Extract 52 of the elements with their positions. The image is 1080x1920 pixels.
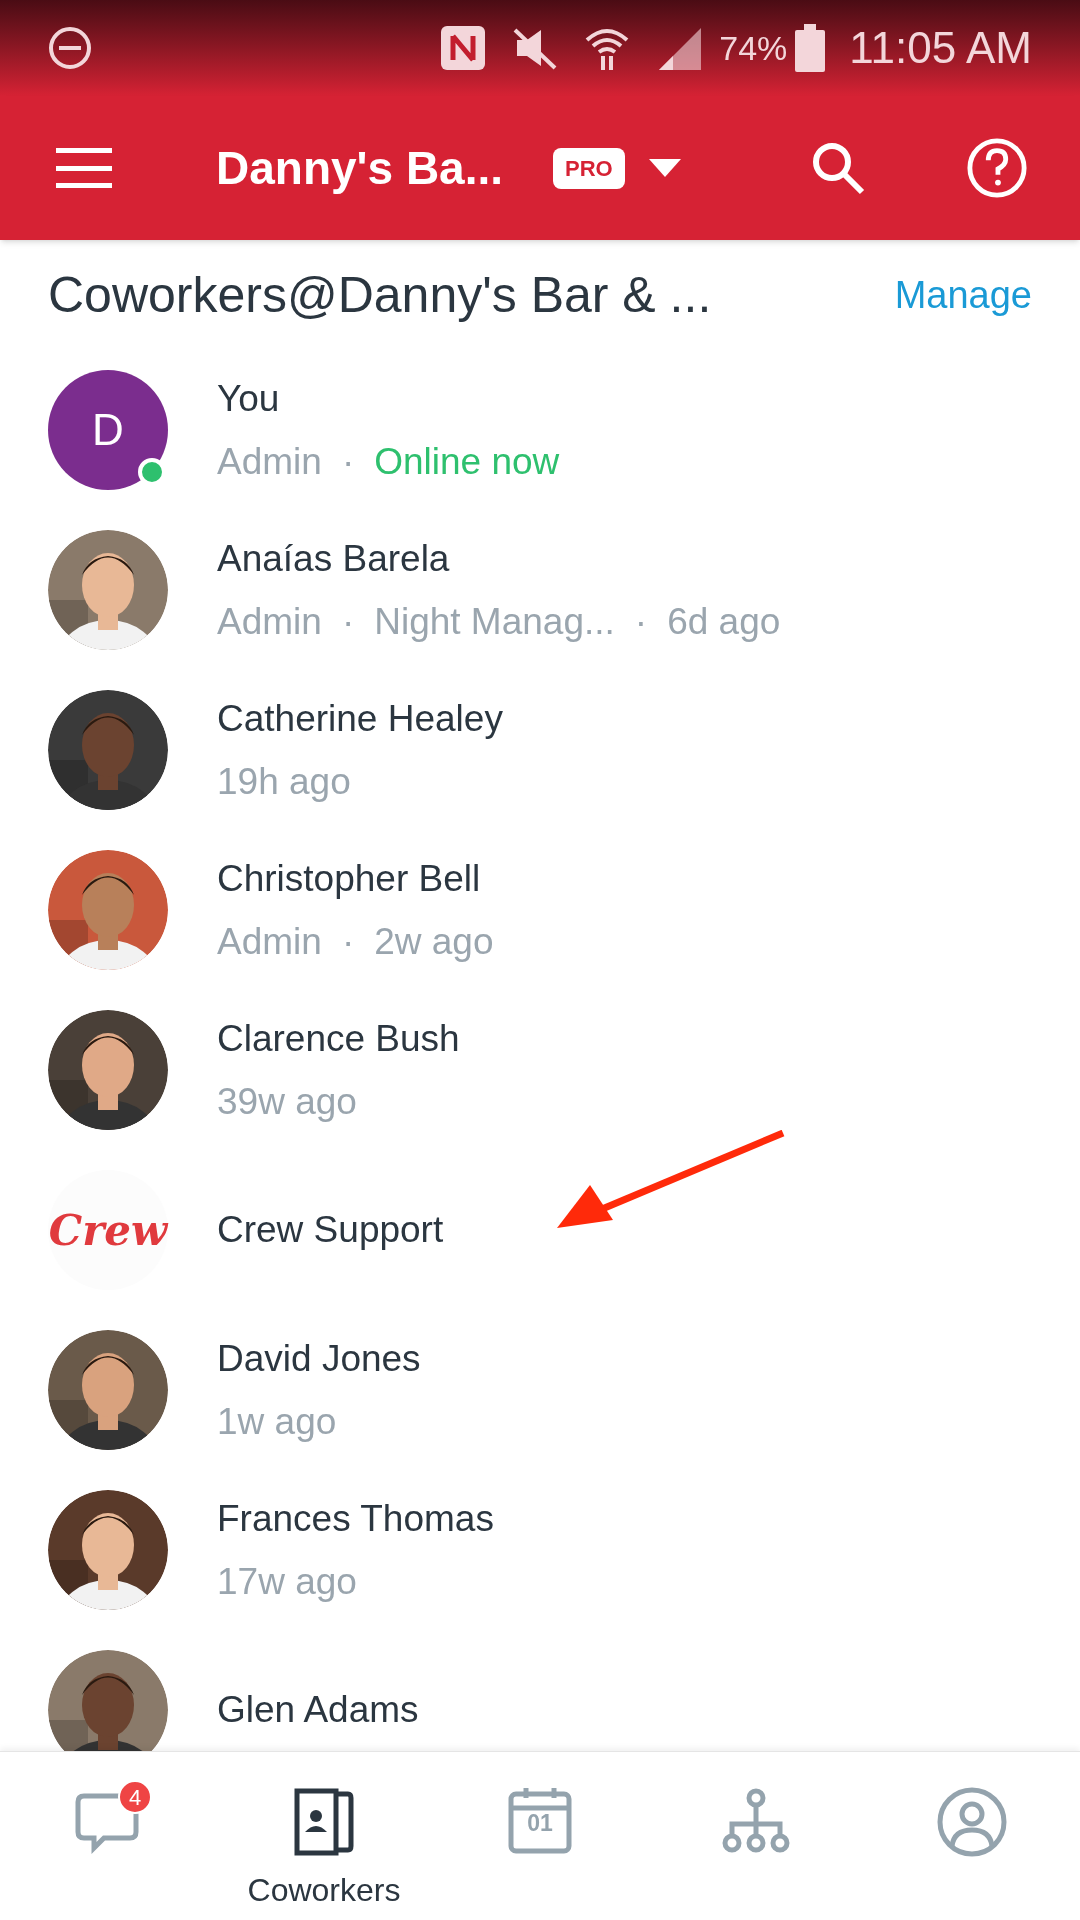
coworker-row[interactable]: Christopher Bell Admin · 2w ago [0, 830, 1080, 990]
coworker-detail: Online now [374, 440, 560, 484]
nav-tab[interactable]: Coworkers [216, 1786, 432, 1914]
unread-badge: 4 [118, 1780, 152, 1814]
section-title: Coworkers@Danny's Bar & ... [48, 265, 712, 325]
coworker-detail: 39w ago [217, 1080, 357, 1124]
coworker-name: You [217, 376, 281, 421]
coworker-detail: 1w ago [217, 1400, 337, 1444]
pro-badge: PRO [553, 147, 625, 189]
coworker-detail: Admin [217, 920, 322, 964]
coworker-row[interactable]: David Jones 1w ago [0, 1310, 1080, 1470]
battery-percent: 74% [719, 27, 788, 69]
profile-icon [936, 1786, 1008, 1858]
app-bar-title: Danny's Ba... [216, 140, 504, 196]
do-not-disturb-icon [48, 26, 92, 70]
separator-dot: · [634, 600, 648, 644]
coworker-detail: 17w ago [217, 1560, 357, 1604]
coworker-row[interactable]: Anaías Barela Admin · Night Manag... · 6d ago [0, 510, 1080, 670]
logo: Crew [48, 1204, 168, 1257]
battery-icon [795, 24, 826, 72]
separator-dot: · [341, 440, 355, 484]
help-icon[interactable] [966, 137, 1028, 199]
coworker-name: Anaías Barela [217, 536, 451, 581]
coworker-detail: 6d ago [667, 600, 781, 644]
search-icon[interactable] [810, 140, 866, 196]
coworker-name: Christopher Bell [217, 856, 482, 901]
coworker-row[interactable]: Frances Thomas 17w ago [0, 1470, 1080, 1630]
separator-dot: · [341, 600, 355, 644]
coworker-detail: Night Manag... [374, 600, 615, 644]
coworker-name: Catherine Healey [217, 696, 503, 741]
coworker-row[interactable]: Clarence Bush 39w ago [0, 990, 1080, 1150]
coworker-name: David Jones [217, 1336, 421, 1381]
clock: 11:05 AM [849, 22, 1032, 74]
coworker-detail: Admin [217, 600, 322, 644]
calendar-date: 01 [526, 1812, 554, 1835]
coworker-detail: Admin [217, 440, 322, 484]
coworker-name: Crew Support [217, 1208, 444, 1253]
separator-dot: · [341, 920, 355, 964]
coworker-row[interactable]: Crew Crew Support [0, 1150, 1080, 1310]
coworker-name: Frances Thomas [217, 1496, 494, 1541]
caret-icon[interactable] [648, 159, 681, 177]
nfc-icon [439, 24, 488, 72]
coworker-detail: 2w ago [374, 920, 494, 964]
contacts-book-icon [292, 1786, 356, 1858]
avatar: D [48, 370, 168, 490]
coworker-name: Clarence Bush [217, 1016, 460, 1061]
calendar-icon [508, 1786, 572, 1854]
coworker-row[interactable]: D You Admin · Online now [0, 350, 1080, 510]
coworker-name: Glen Adams [217, 1688, 419, 1733]
coworker-row[interactable]: Catherine Healey 19h ago [0, 670, 1080, 830]
coworker-detail: 19h ago [217, 760, 351, 804]
menu-button[interactable] [56, 148, 112, 188]
